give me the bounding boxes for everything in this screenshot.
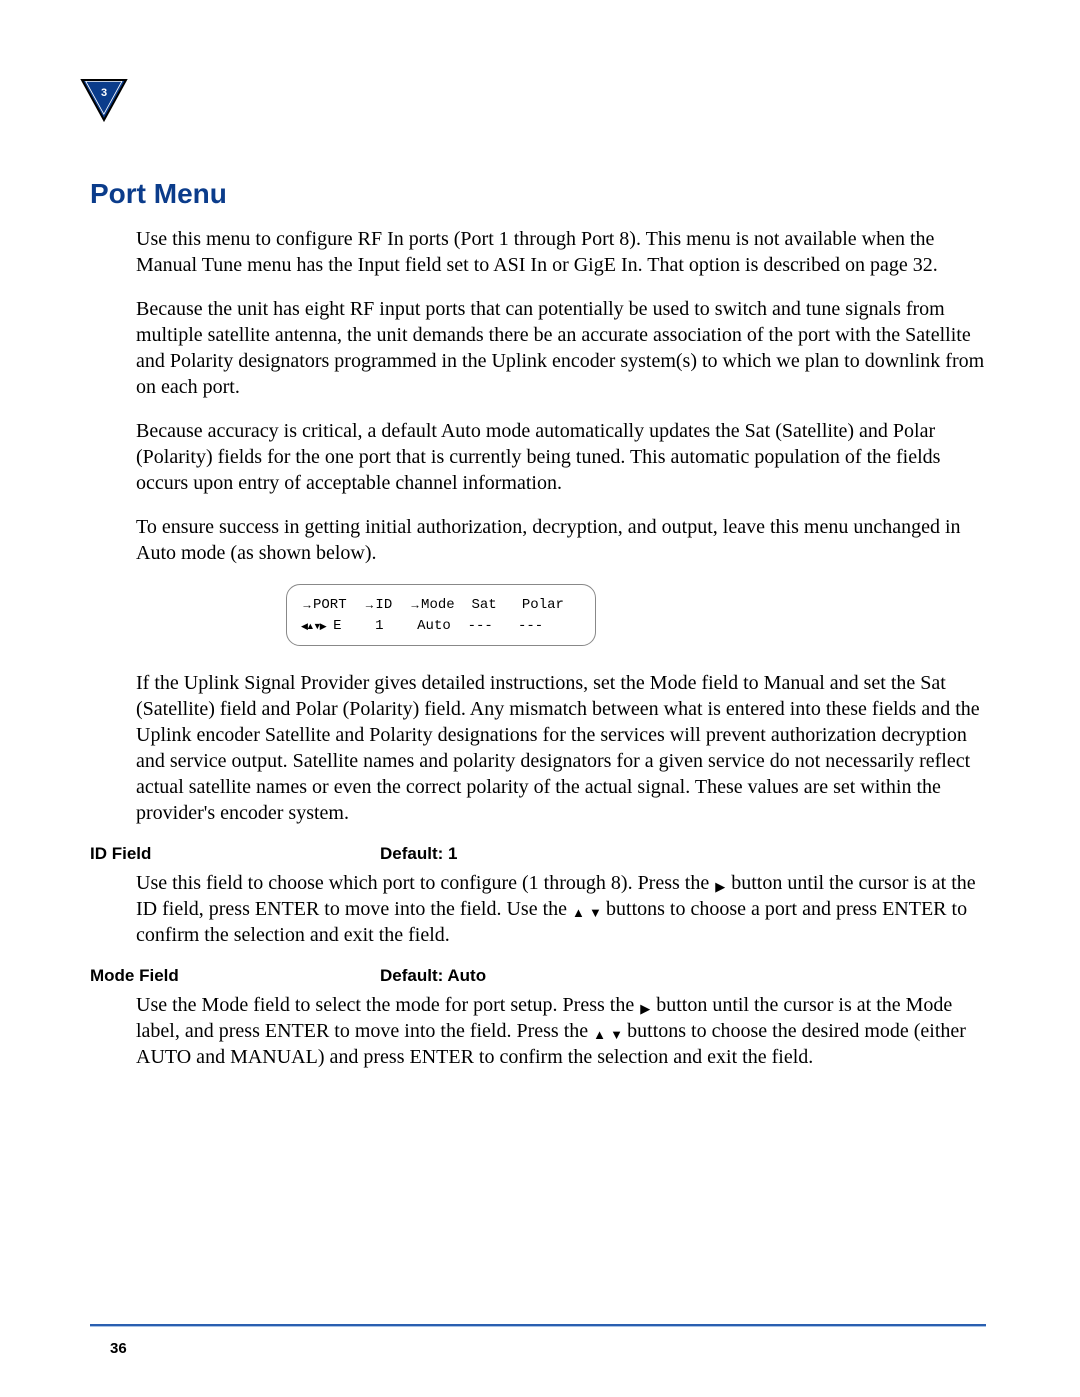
arrow-right-icon: → [409, 597, 421, 611]
chapter-badge: 3 [78, 74, 130, 126]
field-header-mode: Mode Field Default: Auto [90, 966, 986, 986]
section-title: Port Menu [90, 178, 986, 210]
field-description: Use this field to choose which port to c… [136, 870, 986, 948]
page-number: 36 [110, 1340, 127, 1357]
lcd-val-mode: Auto [417, 618, 451, 634]
field-header-id: ID Field Default: 1 [90, 844, 986, 864]
text-segment: Use this field to choose which port to c… [136, 872, 714, 894]
paragraph: To ensure success in getting initial aut… [136, 514, 986, 566]
triangle-down-icon: ▼ [589, 905, 601, 922]
paragraph: If the Uplink Signal Provider gives deta… [136, 670, 986, 826]
body-content: Use this menu to configure RF In ports (… [136, 226, 986, 826]
nav-arrows-icon: ◀▲▼▶ [301, 621, 325, 631]
lcd-row-header: →PORT →ID →Mode Sat Polar [301, 595, 581, 616]
text-segment: Use the Mode field to select the mode fo… [136, 994, 639, 1016]
arrow-right-icon: → [363, 597, 375, 611]
lcd-col-sat: Sat [471, 597, 496, 613]
field-label: Mode Field [90, 966, 380, 986]
triangle-right-icon: ▶ [714, 879, 726, 896]
lcd-val-id: 1 [375, 618, 383, 634]
triangle-right-icon: ▶ [639, 1001, 651, 1018]
lcd-col-port: PORT [313, 597, 347, 613]
lcd-col-id: ID [375, 597, 392, 613]
field-label: ID Field [90, 844, 380, 864]
paragraph: Because accuracy is critical, a default … [136, 418, 986, 496]
triangle-up-icon: ▲ [593, 1027, 605, 1044]
field-default: Default: Auto [380, 966, 486, 986]
footer-rule [90, 1324, 986, 1327]
lcd-col-polar: Polar [522, 597, 564, 613]
lcd-val-sat: --- [468, 618, 493, 634]
paragraph: Because the unit has eight RF input port… [136, 296, 986, 400]
field-description: Use the Mode field to select the mode fo… [136, 992, 986, 1070]
lcd-val-e: E [325, 618, 342, 634]
arrow-right-icon: → [301, 597, 313, 611]
lcd-display-panel: →PORT →ID →Mode Sat Polar ◀▲▼▶ E 1 Auto … [286, 584, 596, 646]
paragraph: Use this menu to configure RF In ports (… [136, 226, 986, 278]
lcd-row-values: ◀▲▼▶ E 1 Auto --- --- [301, 616, 581, 637]
lcd-col-mode: Mode [421, 597, 455, 613]
lcd-val-polar: --- [518, 618, 543, 634]
chapter-number-text: 3 [101, 87, 107, 99]
triangle-up-icon: ▲ [572, 905, 584, 922]
field-default: Default: 1 [380, 844, 457, 864]
triangle-down-icon: ▼ [610, 1027, 622, 1044]
